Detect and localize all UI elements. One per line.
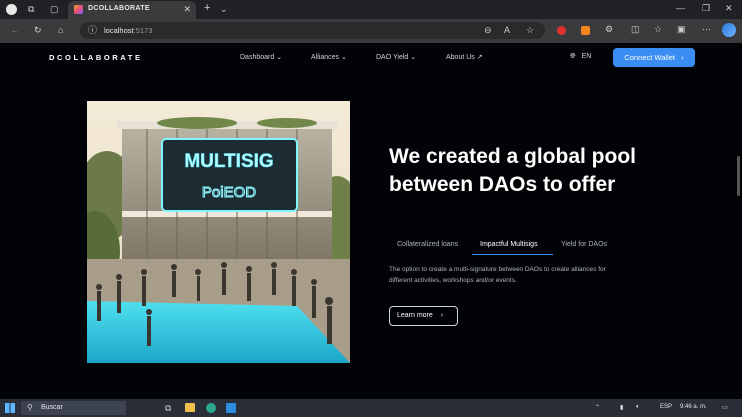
sign-text-line2: PoiEOD <box>202 184 256 201</box>
tab-title: DCOLLABORATE <box>88 5 150 12</box>
site-logo[interactable]: DCOLLABORATE <box>49 53 143 62</box>
nav-dashboard-label: Dashboard <box>240 54 275 61</box>
copilot-icon[interactable] <box>722 23 736 37</box>
close-window-icon[interactable]: ✕ <box>725 3 733 14</box>
profile-icon[interactable] <box>6 4 17 15</box>
tray-chevron-icon[interactable]: ⌃ <box>595 404 600 411</box>
edge-taskbar-icon[interactable] <box>206 403 216 413</box>
language-label: EN <box>581 53 592 60</box>
browser-tab-bar: ⧉ ▢ DCOLLABORATE ✕ + ⌄ — ❐ ✕ <box>0 0 742 19</box>
hero-headline: We created a global pool between DAOs to… <box>389 145 636 196</box>
learn-more-button[interactable]: Learn more › <box>389 306 458 326</box>
nav-dao-yield-label: DAO Yield <box>376 54 409 61</box>
learn-more-label: Learn more <box>397 312 433 319</box>
nav-dashboard[interactable]: Dashboard ⌄ <box>240 53 282 61</box>
feature-description: The option to create a multi-signature b… <box>389 266 606 284</box>
url-field[interactable]: ⓘ localhost:5173 ⊖ A ☆ <box>80 22 545 39</box>
extension-red-icon[interactable] <box>557 26 566 35</box>
external-link-icon: ↗ <box>476 54 483 61</box>
home-icon[interactable]: ⌂ <box>58 26 63 35</box>
chevron-right-icon: › <box>681 53 684 62</box>
extension-metamask-icon[interactable] <box>581 26 590 35</box>
favorites-icon[interactable]: ☆ <box>654 25 662 34</box>
tab-collateralized-loans[interactable]: Collateralized loans <box>397 241 458 248</box>
extensions-icon[interactable]: ⚙ <box>605 25 613 34</box>
language-indicator[interactable]: ESP <box>660 404 672 410</box>
task-view-icon[interactable]: ⧉ <box>165 404 171 413</box>
url-host: localhost <box>104 26 134 35</box>
globe-icon: 🌐︎ <box>570 53 576 60</box>
nav-dao-yield[interactable]: DAO Yield ⌄ <box>376 53 416 61</box>
file-explorer-icon[interactable] <box>185 403 195 412</box>
search-icon: ⚲ <box>27 403 33 412</box>
chevron-down-icon: ⌄ <box>340 54 347 61</box>
notifications-icon[interactable]: ▭ <box>722 404 728 411</box>
tab-yield-for-daos[interactable]: Yield for DAOs <box>561 241 607 248</box>
connect-wallet-button[interactable]: Connect Wallet › <box>613 48 695 67</box>
windows-taskbar: ⚲ Buscar ⧉ ⌃ ▮ 🔈︎ ESP 9:46 a. m. ▭ <box>0 399 742 417</box>
nav-about-us-label: About Us <box>446 54 475 61</box>
minimize-icon[interactable]: — <box>676 3 685 13</box>
new-tab-icon[interactable]: + <box>204 3 210 14</box>
taskbar-search[interactable]: ⚲ Buscar <box>21 401 126 415</box>
page-content: DCOLLABORATE Dashboard ⌄ Alliances ⌄ DAO… <box>0 43 742 399</box>
vscode-icon[interactable] <box>226 403 236 413</box>
refresh-icon[interactable]: ↻ <box>34 26 42 35</box>
collections-icon[interactable]: ▣ <box>677 25 686 34</box>
tab-actions-icon[interactable]: ▢ <box>50 5 59 14</box>
network-icon[interactable]: ▮ <box>620 404 623 411</box>
nav-about-us[interactable]: About Us ↗ <box>446 53 483 61</box>
site-favicon-icon <box>74 5 83 14</box>
maximize-icon[interactable]: ❐ <box>702 3 710 14</box>
search-placeholder: Buscar <box>41 404 63 411</box>
favorite-star-icon[interactable]: ☆ <box>526 26 534 35</box>
close-tab-icon[interactable]: ✕ <box>183 4 191 15</box>
chevron-right-icon: › <box>440 312 444 319</box>
nav-alliances[interactable]: Alliances ⌄ <box>311 53 347 61</box>
windows-start-icon[interactable] <box>5 403 15 413</box>
address-bar-row: ← ↻ ⌂ ⓘ localhost:5173 ⊖ A ☆ ⚙ ◫ ☆ ▣ ⋯ <box>0 19 742 43</box>
scrollbar-thumb[interactable] <box>737 156 740 196</box>
browser-tab[interactable]: DCOLLABORATE ✕ <box>68 1 196 19</box>
tab-impactful-multisigs[interactable]: Impactful Multisigs <box>480 241 538 248</box>
url-port: :5173 <box>133 26 153 35</box>
chevron-down-icon: ⌄ <box>276 54 283 61</box>
site-info-icon[interactable]: ⓘ <box>88 26 97 35</box>
connect-wallet-label: Connect Wallet <box>624 53 675 62</box>
volume-icon[interactable]: 🔈︎ <box>636 404 640 411</box>
nav-alliances-label: Alliances <box>311 54 340 61</box>
more-menu-icon[interactable]: ⋯ <box>702 25 711 34</box>
url-text: localhost:5173 <box>104 26 152 35</box>
tab-list-icon[interactable]: ⌄ <box>220 5 228 14</box>
active-tab-indicator <box>472 254 553 255</box>
clock[interactable]: 9:46 a. m. <box>680 404 707 410</box>
language-selector[interactable]: 🌐︎ EN <box>570 53 591 61</box>
zoom-icon[interactable]: ⊖ <box>484 26 492 35</box>
workspaces-icon[interactable]: ⧉ <box>28 5 34 14</box>
sign-text-line1: MULTISIG <box>184 151 273 172</box>
back-icon[interactable]: ← <box>10 26 19 35</box>
read-aloud-icon[interactable]: A <box>504 26 510 35</box>
chevron-down-icon: ⌄ <box>410 54 417 61</box>
split-screen-icon[interactable]: ◫ <box>631 25 640 34</box>
hero-image: MULTISIG PoiEOD <box>87 101 350 363</box>
hero-illustration: MULTISIG PoiEOD <box>87 101 350 363</box>
